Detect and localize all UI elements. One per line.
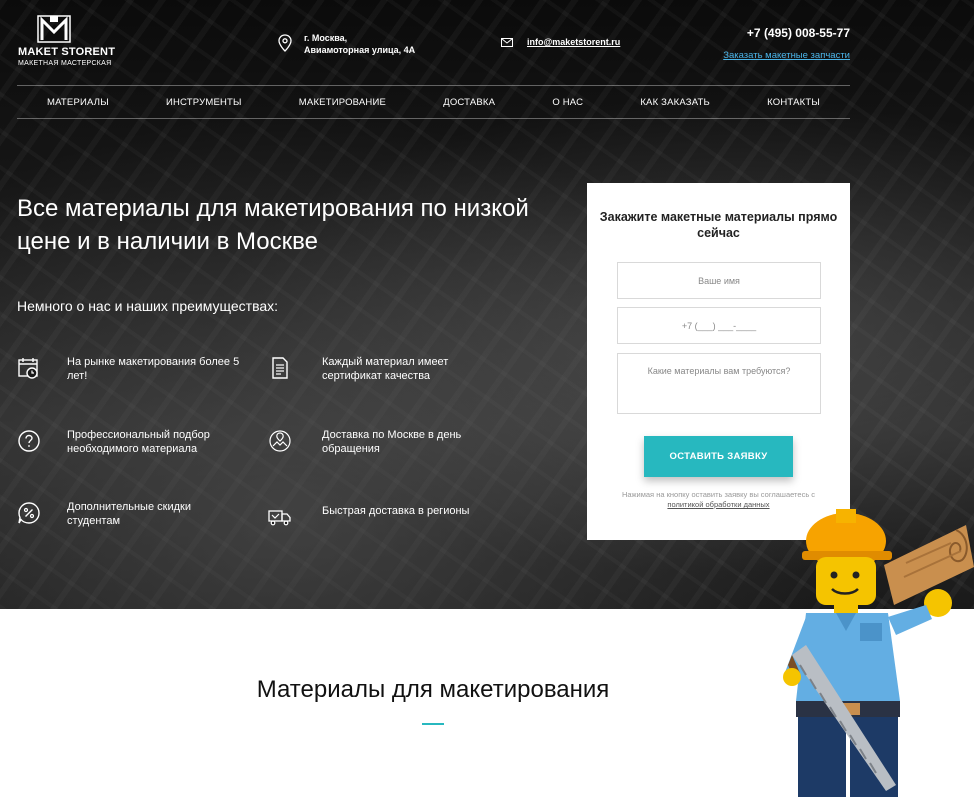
hero-subhead: Немного о нас и наших преимуществах: [17, 298, 279, 314]
feature-item: На рынке макетирования более 5 лет! [17, 356, 247, 383]
feature-text: Доставка по Москве в день обращения [322, 429, 462, 455]
order-parts-link[interactable]: Заказать макетные запчасти [723, 50, 850, 61]
feature-item: Дополнительные скидки студентам [17, 501, 247, 528]
main-nav: МАТЕРИАЛЫ ИНСТРУМЕНТЫ МАКЕТИРОВАНИЕ ДОСТ… [17, 85, 850, 119]
nav-item-contacts[interactable]: КОНТАКТЫ [767, 97, 820, 108]
feature-text: Дополнительные скидки студентам [67, 501, 191, 527]
discount-badge-icon [18, 502, 40, 524]
feature-item: Доставка по Москве в день обращения [268, 429, 482, 456]
truck-icon [268, 510, 291, 526]
map-pin-icon [278, 34, 292, 52]
feature-item: Быстрая доставка в регионы [268, 505, 482, 529]
consent-text: Нажимая на кнопку оставить заявку вы сог… [621, 490, 816, 499]
feature-text: Быстрая доставка в регионы [322, 505, 470, 517]
email-link[interactable]: info@maketstorent.ru [527, 37, 620, 47]
feature-text: Каждый материал имеет сертификат качеств… [322, 356, 449, 382]
logo[interactable]: MAKET STORENT МАКЕТНАЯ МАСТЕРСКАЯ [18, 14, 115, 70]
nav-item-tools[interactable]: ИНСТРУМЕНТЫ [166, 97, 242, 108]
feature-text: На рынке макетирования более 5 лет! [67, 356, 240, 382]
submit-request-button[interactable]: ОСТАВИТЬ ЗАЯВКУ [644, 436, 793, 477]
address-line-1: г. Москва, [304, 33, 348, 43]
form-title: Закажите макетные материалы прямо сейчас [599, 210, 838, 240]
builder-minifigure-illustration [783, 509, 974, 797]
feature-text: Профессиональный подбор необходимого мат… [67, 429, 210, 455]
envelope-icon [501, 37, 513, 47]
hero-headline: Все материалы для макетирования по низко… [17, 195, 529, 255]
nav-item-materials[interactable]: МАТЕРИАЛЫ [47, 97, 109, 108]
feature-item: Профессиональный подбор необходимого мат… [17, 429, 247, 456]
phone-number[interactable]: +7 (495) 008-55-77 [747, 26, 850, 40]
logo-tagline: МАКЕТНАЯ МАСТЕРСКАЯ [18, 60, 112, 67]
map-pin-network-icon [269, 430, 291, 452]
question-circle-icon [18, 430, 40, 452]
nav-item-delivery[interactable]: ДОСТАВКА [443, 97, 495, 108]
address-block: г. Москва, Авиамоторная улица, 4А [278, 32, 415, 56]
logo-mark-icon [37, 15, 71, 43]
request-form: Закажите макетные материалы прямо сейчас… [587, 183, 850, 540]
phone-input[interactable]: +7 (___) ___-____ [617, 307, 821, 344]
name-input[interactable]: Ваше имя [617, 262, 821, 299]
nav-item-modeling[interactable]: МАКЕТИРОВАНИЕ [299, 97, 386, 108]
section-divider [422, 723, 444, 725]
nav-item-how-to-order[interactable]: КАК ЗАКАЗАТЬ [640, 97, 710, 108]
logo-name: MAKET STORENT [18, 46, 116, 58]
nav-item-about[interactable]: О НАС [552, 97, 583, 108]
email-block: info@maketstorent.ru [501, 37, 620, 47]
address-line-2: Авиамоторная улица, 4А [304, 45, 416, 55]
feature-item: Каждый материал имеет сертификат качеств… [268, 356, 482, 383]
document-icon [272, 357, 288, 379]
privacy-policy-link[interactable]: политикой обработки данных [667, 500, 769, 509]
calendar-clock-icon [18, 358, 38, 379]
section-title: Материалы для макетирования [256, 676, 610, 703]
materials-textarea[interactable]: Какие материалы вам требуются? [617, 353, 821, 414]
